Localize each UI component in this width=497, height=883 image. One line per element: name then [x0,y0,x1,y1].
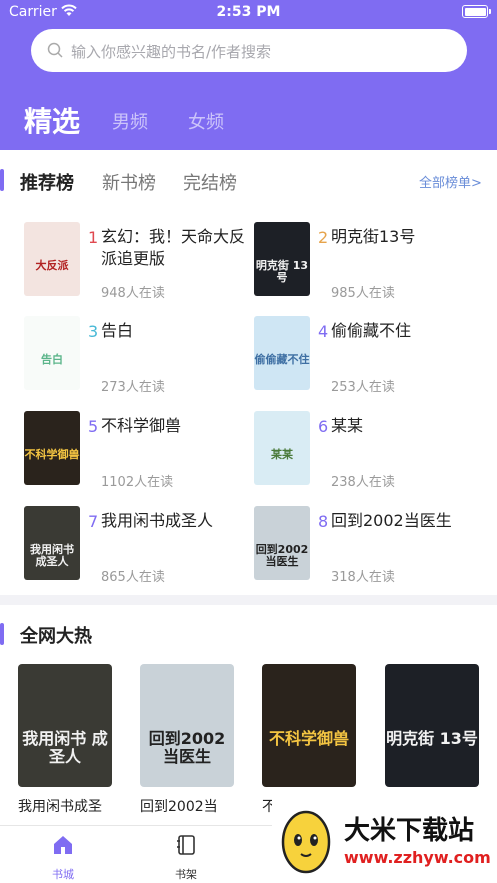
rank-book-item[interactable]: 某某 6 某某 238人在读 [254,411,474,491]
reader-count: 273人在读 [101,380,165,395]
search-icon [47,42,63,58]
rank-number: 4 [318,322,329,341]
book-cover: 大反派 [24,222,80,296]
all-rankings-link[interactable]: 全部榜单> [419,172,482,191]
book-cover: 告白 [24,316,80,390]
battery-icon [462,5,491,18]
section-marker [0,623,4,645]
tab-completed[interactable]: 完结榜 [183,169,237,195]
book-cover: 我用闲书 成圣人 [18,664,112,787]
rank-number: 8 [318,512,329,531]
cover-title: 某某 [271,448,293,461]
book-title: 我用闲书成圣 [18,799,102,815]
rank-book-item[interactable]: 偷偷藏不住 4 偷偷藏不住 253人在读 [254,316,474,396]
book-cover: 明克街 13号 [385,664,479,787]
header: Carrier 2:53 PM 输入你感兴趣的书名/作者搜索 精选 男频 女频 [0,0,497,150]
tabbar-bookstore[interactable]: 书城 [33,834,93,882]
reader-count: 948人在读 [101,286,165,301]
cover-title: 回到2002 当医生 [148,729,226,766]
cover-title: 告白 [41,353,63,366]
rank-number: 3 [88,322,99,341]
cover-title: 我用闲书 成圣人 [30,543,74,568]
rank-book-item[interactable]: 不科学御兽 5 不科学御兽 1102人在读 [24,411,244,491]
tab-new-books[interactable]: 新书榜 [102,169,156,195]
tabbar-label: 书城 [52,868,74,881]
book-cover: 回到2002 当医生 [140,664,234,787]
book-cover: 某某 [254,411,310,485]
hot-title: 全网大热 [20,626,92,647]
cover-title: 偷偷藏不住 [254,353,310,366]
rank-number: 7 [88,512,99,531]
book-cover: 不科学御兽 [262,664,356,787]
book-cover: 明克街 13号 [254,222,310,296]
status-bar: Carrier 2:53 PM [0,0,497,26]
book-cover: 不科学御兽 [24,411,80,485]
tabbar-label: 书架 [175,868,197,881]
rank-book-item[interactable]: 大反派 1 玄幻：我！天命大反派追更版 948人在读 [24,222,245,302]
channel-tabs: 精选 男频 女频 [0,96,497,146]
search-placeholder: 输入你感兴趣的书名/作者搜索 [71,43,272,61]
egg-mascot-icon [281,810,331,874]
clock: 2:53 PM [216,4,281,20]
rank-book-item[interactable]: 回到2002 当医生 8 回到2002当医生 318人在读 [254,506,474,586]
search-input[interactable]: 输入你感兴趣的书名/作者搜索 [31,29,467,72]
reader-count: 238人在读 [331,475,395,490]
rank-number: 1 [88,228,99,247]
hot-book-item[interactable]: 明克街 13号 [385,664,481,796]
cover-title: 不科学御兽 [268,729,349,748]
hot-book-item[interactable]: 回到2002 当医生回到2002当 [140,664,236,816]
rank-number: 2 [318,228,329,247]
reader-count: 318人在读 [331,570,395,585]
book-title: 偷偷藏不住 [331,321,412,340]
tab-featured[interactable]: 精选 [24,100,80,140]
hot-book-item[interactable]: 我用闲书 成圣人我用闲书成圣 [18,664,114,816]
book-cover: 我用闲书 成圣人 [24,506,80,580]
book-title: 我用闲书成圣人 [101,511,214,530]
rank-book-item[interactable]: 我用闲书 成圣人 7 我用闲书成圣人 865人在读 [24,506,244,586]
book-title: 某某 [331,416,364,435]
rank-number: 6 [318,417,329,436]
book-title: 回到2002当 [140,799,218,815]
cover-title: 回到2002 当医生 [255,543,309,568]
book-title: 玄幻：我！天命大反派追更版 [101,227,246,268]
cover-title: 不科学御兽 [24,448,80,461]
book-title: 明克街13号 [331,227,416,246]
cover-title: 明克街 13号 [386,729,478,748]
bookshelf-icon [177,835,195,855]
book-title: 告白 [101,321,134,340]
book-title: 不科学御兽 [101,416,182,435]
book-cover: 回到2002 当医生 [254,506,310,580]
reader-count: 985人在读 [331,286,395,301]
home-icon [54,836,72,854]
rank-book-item[interactable]: 明克街 13号 2 明克街13号 985人在读 [254,222,474,302]
reader-count: 253人在读 [331,380,395,395]
reader-count: 865人在读 [101,570,165,585]
book-title: 回到2002当医生 [331,511,452,530]
rank-book-item[interactable]: 告白 3 告白 273人在读 [24,316,244,396]
tabbar-bookshelf[interactable]: 书架 [156,834,216,882]
book-cover: 偷偷藏不住 [254,316,310,390]
cover-title: 大反派 [35,259,69,272]
watermark-title: 大米下载站 [344,816,475,846]
tab-female[interactable]: 女频 [188,108,224,134]
reader-count: 1102人在读 [101,475,174,490]
cover-title: 我用闲书 成圣人 [22,729,108,766]
rank-number: 5 [88,417,99,436]
section-marker [0,169,4,191]
cover-title: 明克街 13号 [255,259,309,284]
tab-recommend[interactable]: 推荐榜 [20,169,74,195]
watermark: 大米下载站 www.zzhyw.com [272,794,497,883]
tab-male[interactable]: 男频 [112,108,148,134]
watermark-url: www.zzhyw.com [344,848,491,867]
